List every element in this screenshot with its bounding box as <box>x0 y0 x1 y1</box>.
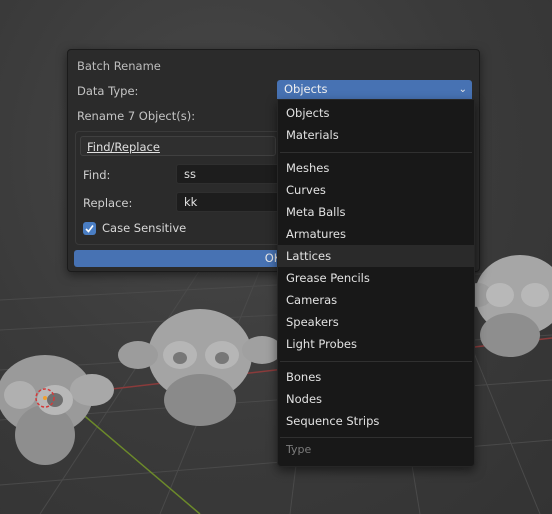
data-type-label: Data Type: <box>77 84 139 98</box>
case-sensitive-label: Case Sensitive <box>102 221 187 235</box>
menu-item-meshes[interactable]: Meshes <box>278 157 474 179</box>
data-type-select[interactable]: Objects ⌄ <box>277 80 472 99</box>
method-select[interactable]: Find/Replace <box>80 136 276 156</box>
case-sensitive-checkbox[interactable] <box>83 222 96 235</box>
menu-item-meta-balls[interactable]: Meta Balls <box>278 201 474 223</box>
rename-count-label: Rename 7 Object(s): <box>77 109 196 123</box>
menu-item-materials[interactable]: Materials <box>278 124 474 146</box>
data-type-menu: Objects Materials Meshes Curves Meta Bal… <box>277 99 475 467</box>
menu-separator <box>280 361 472 362</box>
replace-label: Replace: <box>83 196 133 210</box>
menu-footer-label: Type <box>286 443 312 456</box>
menu-item-nodes[interactable]: Nodes <box>278 388 474 410</box>
menu-separator <box>280 152 472 153</box>
data-type-value: Objects <box>284 82 328 96</box>
origin-dot <box>43 396 47 400</box>
check-icon <box>85 225 94 233</box>
menu-item-grease-pencils[interactable]: Grease Pencils <box>278 267 474 289</box>
monkey-mesh[interactable] <box>0 355 114 465</box>
method-label: Find/Replace <box>87 140 160 154</box>
menu-item-lattices[interactable]: Lattices <box>278 245 474 267</box>
menu-item-cameras[interactable]: Cameras <box>278 289 474 311</box>
menu-item-objects[interactable]: Objects <box>278 102 474 124</box>
menu-item-sequence-strips[interactable]: Sequence Strips <box>278 410 474 432</box>
menu-separator <box>280 437 472 438</box>
find-label: Find: <box>83 168 111 182</box>
menu-item-armatures[interactable]: Armatures <box>278 223 474 245</box>
dialog-title: Batch Rename <box>77 59 161 73</box>
chevron-down-icon: ⌄ <box>458 84 467 95</box>
menu-item-bones[interactable]: Bones <box>278 366 474 388</box>
menu-item-light-probes[interactable]: Light Probes <box>278 333 474 355</box>
menu-item-speakers[interactable]: Speakers <box>278 311 474 333</box>
monkey-mesh[interactable] <box>118 309 282 426</box>
menu-item-curves[interactable]: Curves <box>278 179 474 201</box>
